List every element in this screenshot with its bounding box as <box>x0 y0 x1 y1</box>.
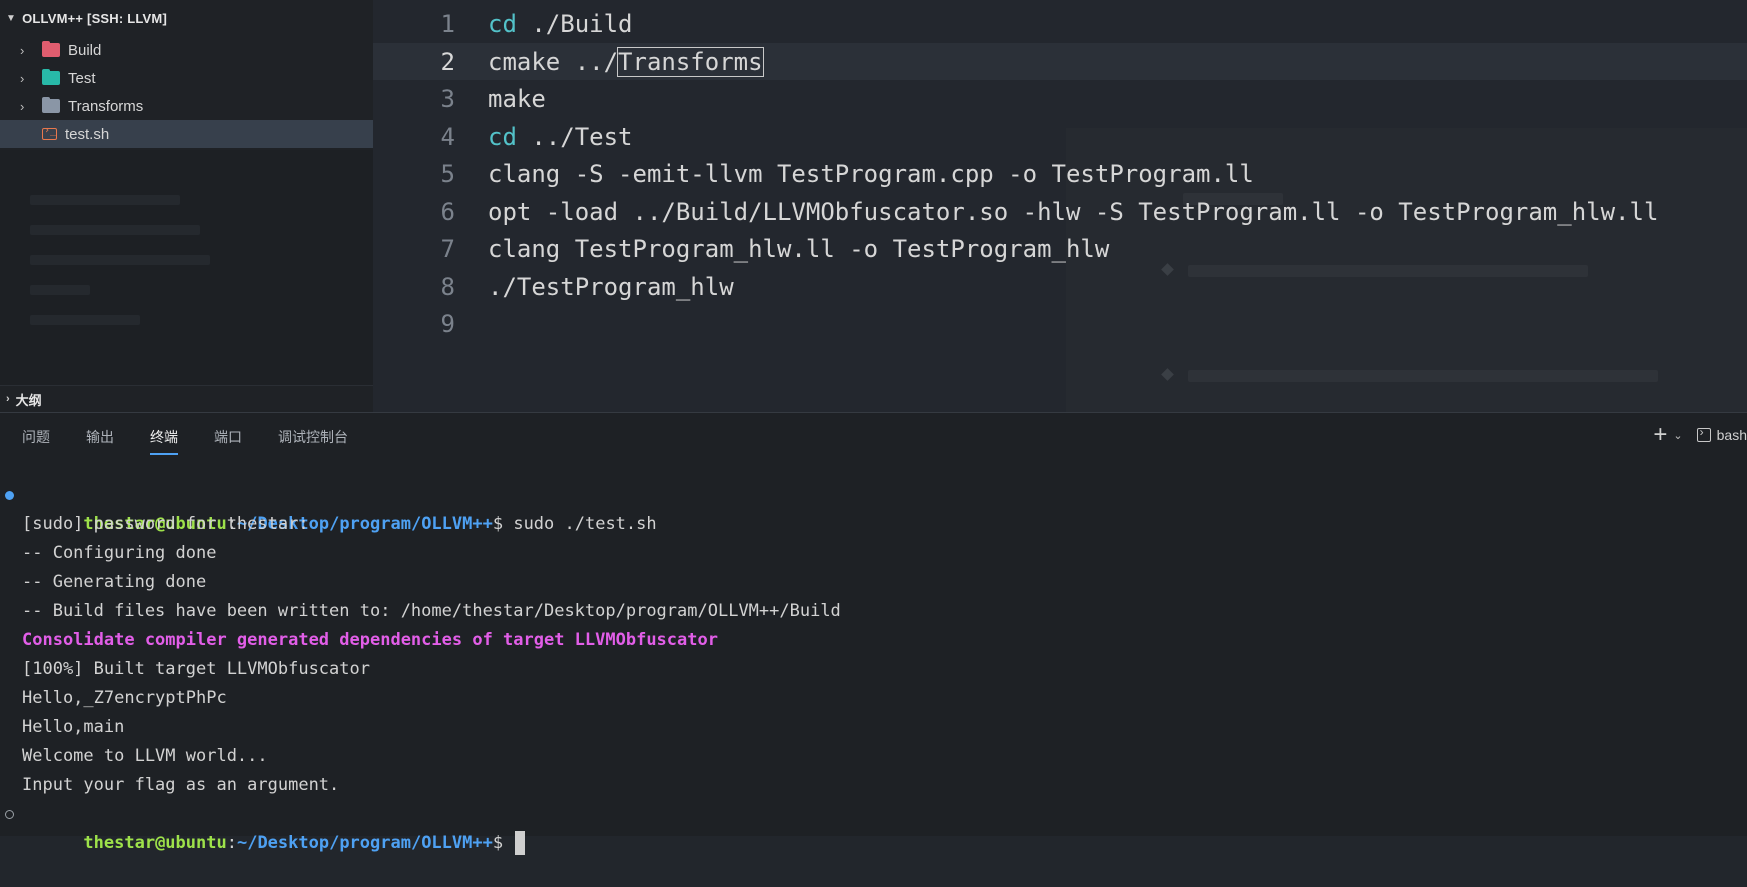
tree-item-label: Build <box>68 41 102 59</box>
bottom-panel: 问题 输出 终端 端口 调试控制台 + ⌄ bash thestar@ubunt… <box>0 412 1747 855</box>
line-number: 7 <box>440 234 455 263</box>
shell-label[interactable]: bash <box>1717 427 1747 443</box>
explorer-sidebar: ▼ OLLVM++ [SSH: LLVM] › Build › Test › T… <box>0 0 374 412</box>
terminal-output-line: Hello,_Z7encryptPhPc <box>22 688 227 708</box>
terminal-icon <box>1696 425 1711 442</box>
tab-terminal[interactable]: 终端 <box>150 417 178 455</box>
terminal-output-line: Consolidate compiler generated dependenc… <box>22 630 718 650</box>
selection-highlight: Transforms <box>617 46 764 77</box>
code-text: cd ../Test <box>488 122 633 151</box>
tree-item-build[interactable]: › Build <box>0 36 373 64</box>
terminal[interactable]: thestar@ubuntu:~/Desktop/program/OLLVM++… <box>0 481 1747 855</box>
chevron-right-icon: › <box>6 393 10 405</box>
terminal-output-line: -- Generating done <box>22 572 207 592</box>
tab-debug-console[interactable]: 调试控制台 <box>278 417 348 455</box>
terminal-output-line: Welcome to LLVM world... <box>22 746 268 766</box>
tree-item-label: Transforms <box>68 97 144 115</box>
tree-item-test[interactable]: › Test <box>0 64 373 92</box>
code-line[interactable]: 7 clang TestProgram_hlw.ll -o TestProgra… <box>373 230 1747 267</box>
line-number: 2 <box>440 47 455 76</box>
plus-icon[interactable]: + <box>1653 423 1667 447</box>
code-line[interactable]: 4 cd ../Test <box>373 118 1747 155</box>
code-line[interactable]: 6 opt -load ../Build/LLVMObfuscator.so -… <box>373 193 1747 230</box>
terminal-output-line: Input your flag as an argument. <box>22 775 340 795</box>
code-line[interactable]: 5 clang -S -emit-llvm TestProgram.cpp -o… <box>373 155 1747 192</box>
line-number: 5 <box>440 159 455 188</box>
explorer-header[interactable]: ▼ OLLVM++ [SSH: LLVM] <box>0 0 373 36</box>
chevron-down-icon[interactable]: ⌄ <box>1673 429 1682 442</box>
line-number: 4 <box>440 122 455 151</box>
outline-section[interactable]: › 大纲 <box>0 385 373 412</box>
chevron-right-icon: › <box>20 70 25 86</box>
tree-item-test-sh[interactable]: test.sh <box>0 120 373 148</box>
terminal-output-line: -- Configuring done <box>22 543 217 563</box>
folder-teal-icon <box>42 69 60 85</box>
code-text: opt -load ../Build/LLVMObfuscator.so -hl… <box>488 197 1659 226</box>
line-number: 3 <box>440 84 455 113</box>
code-text: clang -S -emit-llvm TestProgram.cpp -o T… <box>488 159 1254 188</box>
folder-red-icon <box>42 41 60 57</box>
code-text: cd ./Build <box>488 9 633 38</box>
code-line[interactable]: 1 cd ./Build <box>373 5 1747 42</box>
line-number: 8 <box>440 272 455 301</box>
workspace-title: OLLVM++ [SSH: LLVM] <box>22 10 167 26</box>
code-line[interactable]: 8 ./TestProgram_hlw <box>373 268 1747 305</box>
terminal-prompt-line: thestar@ubuntu:~/Desktop/program/OLLVM++… <box>0 800 1747 855</box>
chevron-down-icon: ▼ <box>6 12 17 24</box>
panel-actions: + ⌄ bash <box>1653 423 1747 447</box>
code-text: cmake ../Transforms <box>488 46 764 77</box>
terminal-output-line: [100%] Built target LLVMObfuscator <box>22 659 370 679</box>
chevron-right-icon: › <box>20 98 25 114</box>
tree-item-label: test.sh <box>65 125 110 143</box>
code-line[interactable]: 3 make <box>373 80 1747 117</box>
tree-item-transforms[interactable]: › Transforms <box>0 92 373 120</box>
outline-label: 大纲 <box>15 392 42 408</box>
code-text: clang TestProgram_hlw.ll -o TestProgram_… <box>488 234 1110 263</box>
shell-file-icon <box>42 125 57 140</box>
line-number: 9 <box>440 309 455 338</box>
line-number: 1 <box>440 9 455 38</box>
code-editor[interactable]: 1 cd ./Build 2 cmake ../Transforms 3 mak… <box>373 0 1747 558</box>
tree-item-label: Test <box>68 69 96 87</box>
command-status-dot[interactable] <box>5 810 14 819</box>
chevron-right-icon: › <box>20 42 25 58</box>
tab-ports[interactable]: 端口 <box>214 417 242 455</box>
tab-problems[interactable]: 问题 <box>22 417 50 455</box>
panel-tabs: 问题 输出 终端 端口 调试控制台 <box>0 413 362 459</box>
code-text: ./TestProgram_hlw <box>488 272 734 301</box>
folder-gray-icon <box>42 97 60 113</box>
code-line[interactable]: 9 <box>373 305 1747 342</box>
terminal-output-line: -- Build files have been written to: /ho… <box>22 601 841 621</box>
code-line-current[interactable]: 2 cmake ../Transforms <box>373 43 1747 80</box>
background-ghost <box>0 150 373 385</box>
terminal-prompt-line: thestar@ubuntu:~/Desktop/program/OLLVM++… <box>0 481 1747 534</box>
code-text: make <box>488 84 546 113</box>
terminal-output-line: [sudo] password for thestar: <box>22 514 309 534</box>
terminal-output-line: Hello,main <box>22 717 125 737</box>
tab-output[interactable]: 输出 <box>86 417 114 455</box>
command-status-dot[interactable] <box>5 491 14 500</box>
line-number: 6 <box>440 197 455 226</box>
